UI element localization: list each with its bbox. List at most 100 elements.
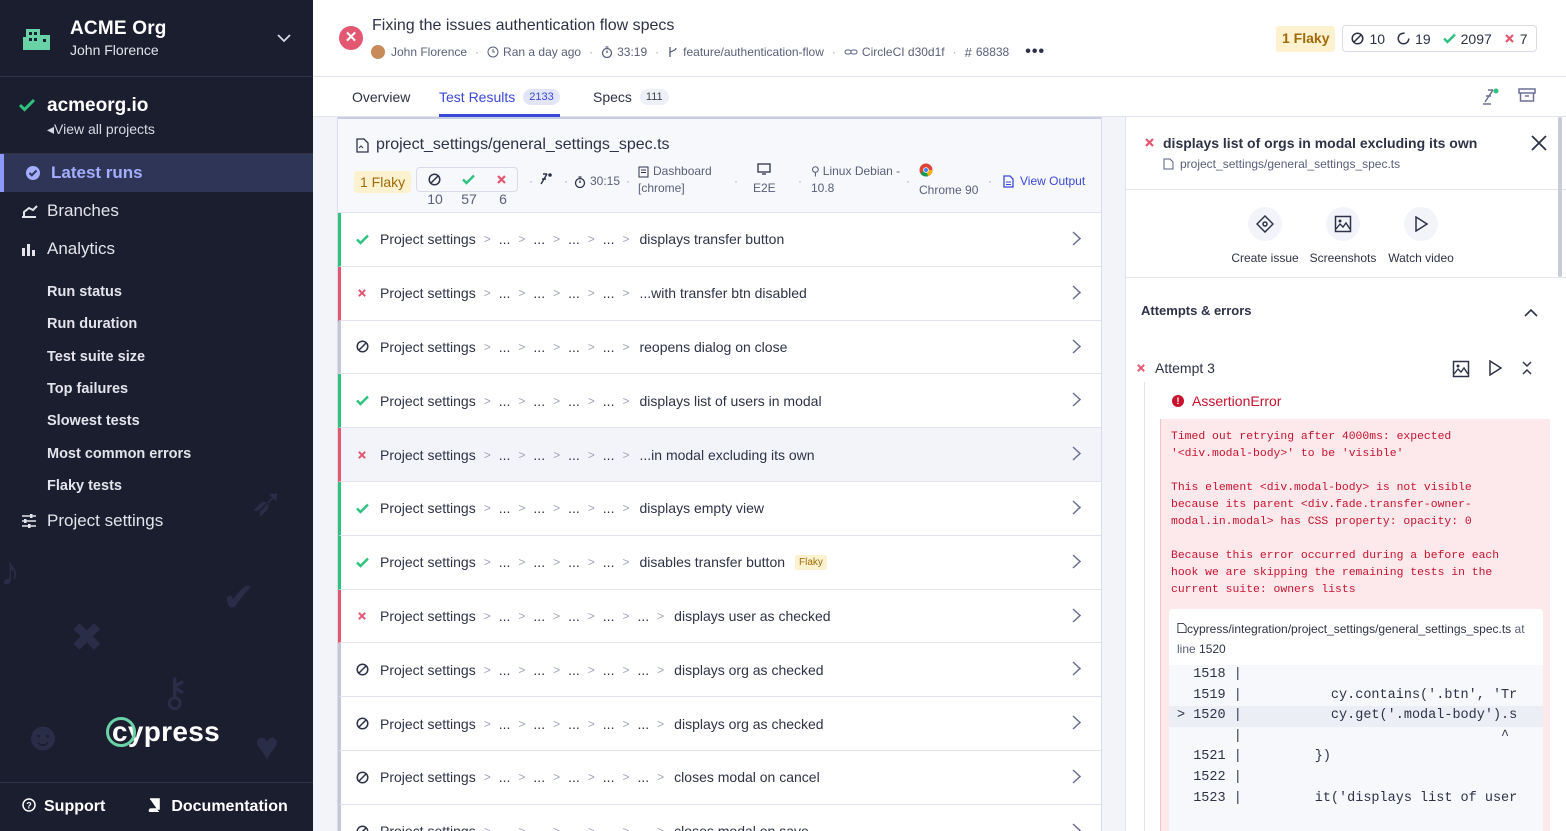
test-row[interactable]: Project settings >... >... >... >... >... > clo… [338,804,1101,831]
attempt-header[interactable]: Attempt 3 [1136,360,1215,376]
screenshots-button[interactable]: Screenshots [1304,207,1382,265]
chevron-right-icon[interactable] [1072,231,1082,249]
org-name: ACME Org [70,18,167,39]
chevron-right-icon: > [587,662,595,677]
spec-path[interactable]: project_settings/general_settings_spec.t… [356,136,670,154]
screenshot-icon[interactable] [1452,360,1470,383]
chevron-right-icon: > [587,555,595,570]
chevron-right-icon: > [483,447,491,462]
flaky-badge[interactable]: 1 Flaky [1276,25,1336,52]
chevron-right-icon[interactable] [1072,500,1082,518]
collapse-icon[interactable] [1520,360,1534,383]
test-row[interactable]: Project settings >... >... >... >... > ...with… [338,266,1101,321]
test-row[interactable]: Project settings >... >... >... >... > disable… [338,535,1101,590]
run-branch[interactable]: feature/authentication-flow [667,45,824,59]
chevron-right-icon: > [587,501,595,516]
test-breadcrumb: Project settings >... >... >... >... >... > dis… [380,608,831,624]
run-ci-label: CircleCI d30d1f [861,45,945,59]
chevron-right-icon[interactable] [1072,554,1082,572]
collapsed-crumb: ... [602,338,615,355]
test-row[interactable]: Project settings >... >... >... >... > display… [338,374,1101,429]
code-frame-path[interactable]: cypress/integration/project_settings/gen… [1177,619,1537,659]
collapsed-crumb: ... [533,607,546,624]
chevron-right-icon[interactable] [1072,769,1082,787]
detail-spec-path[interactable]: project_settings/general_settings_spec.t… [1163,157,1400,171]
test-results-pane: project_settings/general_settings_spec.t… [313,117,1125,831]
chevron-right-icon: > [553,770,561,785]
chevron-left-icon: ◂ [47,121,55,137]
detail-scrollbar[interactable] [1558,117,1562,277]
pending-count[interactable]: 19 [1397,31,1431,47]
nav-run-status[interactable]: Run status [0,276,313,308]
chrome-icon [919,163,978,182]
nav-top-failures[interactable]: Top failures [0,373,313,405]
view-all-projects-link[interactable]: ◂View all projects [47,121,155,138]
failed-count[interactable]: 7 [1504,31,1528,47]
nav-slowest-tests[interactable]: Slowest tests [0,405,313,437]
chevron-right-icon[interactable] [1072,339,1082,357]
chevron-right-icon: > [518,339,526,354]
nav-analytics[interactable]: Analytics [0,230,313,268]
test-row[interactable]: Project settings >... >... >... >... > display… [338,213,1101,267]
nav-latest-runs[interactable]: Latest runs [0,154,313,192]
nav-branches[interactable]: Branches [0,192,313,230]
collapsed-crumb: ... [602,554,615,571]
chevron-right-icon[interactable] [1072,661,1082,679]
more-menu-icon[interactable]: ••• [1025,43,1045,61]
chevron-right-icon[interactable] [1072,608,1082,626]
test-row[interactable]: Project settings >... >... >... >... >... > dis… [338,589,1101,644]
test-row[interactable]: Project settings >... >... >... >... >... > dis… [338,697,1101,751]
flaky-filter-icon[interactable] [1482,87,1500,110]
test-row[interactable]: Project settings >... >... >... >... > reopens… [338,320,1101,375]
test-row[interactable]: Project settings >... >... >... >... >... > clo… [338,750,1101,805]
create-issue-button[interactable]: Create issue [1226,207,1304,265]
test-row[interactable]: Project settings >... >... >... >... > display… [338,481,1101,536]
passed-count[interactable]: 2097 [1442,31,1492,47]
chevron-right-icon[interactable] [1072,715,1082,733]
nav-most-common-errors[interactable]: Most common errors [0,437,313,469]
org-switcher[interactable]: ACME Org John Florence [0,0,313,77]
skipped-count[interactable]: 10 [1351,31,1385,47]
nav-run-duration[interactable]: Run duration [0,308,313,340]
run-number: #68838 [965,45,1010,60]
collapsed-crumb: ... [568,715,580,732]
view-output-link[interactable]: View Output [1003,173,1085,190]
chevron-up-icon[interactable] [1524,305,1538,323]
archive-icon[interactable] [1518,87,1536,110]
spec-type-label: E2E [753,181,776,195]
chevron-right-icon[interactable] [1072,285,1082,303]
test-row[interactable]: Project settings >... >... >... >... > ...in m… [338,428,1101,482]
collapsed-crumb: ... [602,661,615,678]
skipped-icon [427,173,441,186]
watch-video-button[interactable]: Watch video [1382,207,1460,265]
tab-specs[interactable]: Specs 111 [593,77,669,117]
chevron-right-icon: > [518,716,526,731]
support-link[interactable]: ? Support [22,797,105,817]
code-line: > 1520 | cy.get('.modal-body').s [1169,706,1543,727]
close-icon[interactable] [1530,134,1548,157]
play-icon [1404,207,1438,241]
run-status-counts: 10 19 2097 7 [1342,25,1537,52]
chevron-right-icon[interactable] [1072,446,1082,464]
chevron-right-icon[interactable] [1072,823,1082,831]
run-ci[interactable]: CircleCI d30d1f [844,45,945,59]
chevron-right-icon[interactable] [1072,392,1082,410]
test-row[interactable]: Project settings >... >... >... >... >... > dis… [338,643,1101,698]
collapsed-crumb: ... [568,338,580,355]
spec-flaky-badge[interactable]: 1 Flaky [354,171,412,193]
tab-test-results[interactable]: Test Results 2133 [439,77,560,117]
attempt-actions [1452,359,1534,383]
test-group: Project settings [380,661,476,678]
documentation-link[interactable]: Documentation [147,797,288,817]
spec-group-name: Dashboard [chrome] [638,163,712,197]
play-icon[interactable] [1488,359,1503,383]
test-group: Project settings [380,285,476,302]
tab-overview[interactable]: Overview [352,77,410,117]
nav-test-suite-size[interactable]: Test suite size [0,341,313,373]
chevron-down-icon[interactable] [276,30,292,51]
spec-skipped-count: 10 [427,191,443,207]
code-line: 1522 | [1177,769,1242,785]
test-group: Project settings [380,769,476,786]
chevron-right-icon: > [622,286,630,301]
chevron-right-icon: > [518,232,526,247]
